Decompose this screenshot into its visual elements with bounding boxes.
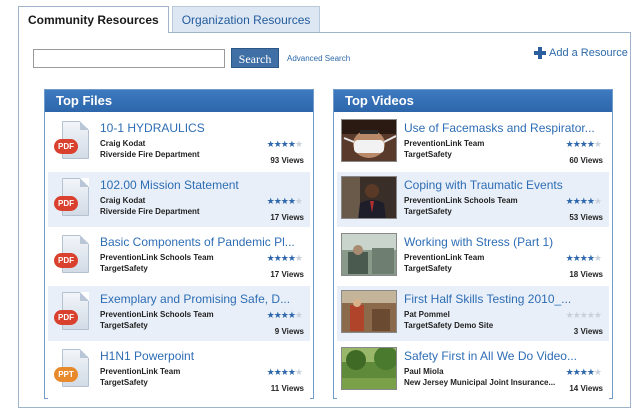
pdf-file-icon: PDF bbox=[54, 235, 90, 279]
video-thumbnail[interactable] bbox=[341, 119, 397, 162]
video-row[interactable]: Working with Stress (Part 1) PreventionL… bbox=[337, 229, 609, 285]
file-row[interactable]: PDF Exemplary and Promising Safe, D... P… bbox=[48, 286, 310, 342]
plus-icon bbox=[534, 47, 546, 59]
top-videos-box: Top Videos Use of Facemasks and Respirat… bbox=[333, 89, 613, 399]
file-author: Craig Kodat bbox=[100, 196, 146, 205]
video-title-link[interactable]: Use of Facemasks and Respirator... bbox=[404, 121, 609, 135]
star-rating: ★★★★★ bbox=[266, 139, 303, 149]
add-resource-button[interactable]: Add a Resource bbox=[534, 47, 628, 59]
star-rating: ★★★★★ bbox=[266, 196, 303, 206]
file-author: PreventionLink Team bbox=[100, 367, 181, 376]
video-organization: TargetSafety bbox=[404, 207, 452, 216]
video-row[interactable]: First Half Skills Testing 2010_... Pat P… bbox=[337, 286, 609, 342]
file-row[interactable]: PDF Basic Components of Pandemic Pl... P… bbox=[48, 229, 310, 285]
star-rating: ★★★★★ bbox=[565, 196, 602, 206]
video-row[interactable]: Coping with Traumatic Events PreventionL… bbox=[337, 172, 609, 228]
video-organization: New Jersey Municipal Joint Insurance... bbox=[404, 378, 556, 387]
top-files-heading: Top Files bbox=[45, 90, 313, 112]
video-title-link[interactable]: Coping with Traumatic Events bbox=[404, 178, 609, 192]
add-resource-label: Add a Resource bbox=[549, 47, 628, 59]
view-count: 14 Views bbox=[569, 384, 603, 393]
view-count: 18 Views bbox=[569, 270, 603, 279]
tab-panel: Search Advanced Search Add a Resource To… bbox=[18, 32, 631, 408]
search-button[interactable]: Search bbox=[231, 48, 279, 68]
file-row[interactable]: PPT H1N1 Powerpoint PreventionLink Team … bbox=[48, 343, 310, 399]
view-count: 9 Views bbox=[274, 327, 304, 336]
tab-community-resources[interactable]: Community Resources bbox=[18, 6, 169, 33]
tab-organization-resources[interactable]: Organization Resources bbox=[171, 6, 321, 32]
file-title-link[interactable]: Exemplary and Promising Safe, D... bbox=[100, 292, 305, 306]
file-organization: Riverside Fire Department bbox=[100, 207, 200, 216]
view-count: 17 Views bbox=[270, 213, 304, 222]
video-row[interactable]: Use of Facemasks and Respirator... Preve… bbox=[337, 115, 609, 171]
star-rating: ★★★★★ bbox=[565, 367, 602, 377]
video-organization: TargetSafety Demo Site bbox=[404, 321, 494, 330]
star-rating: ★★★★★ bbox=[565, 253, 602, 263]
file-author: Craig Kodat bbox=[100, 139, 146, 148]
video-author: PreventionLink Schools Team bbox=[404, 196, 518, 205]
view-count: 3 Views bbox=[573, 327, 603, 336]
video-author: Paul Miola bbox=[404, 367, 444, 376]
star-rating: ★★★★★ bbox=[266, 310, 303, 320]
star-rating: ★★★★★ bbox=[565, 139, 602, 149]
file-organization: Riverside Fire Department bbox=[100, 150, 200, 159]
view-count: 17 Views bbox=[270, 270, 304, 279]
video-organization: TargetSafety bbox=[404, 264, 452, 273]
video-title-link[interactable]: Safety First in All We Do Video... bbox=[404, 349, 609, 363]
video-thumbnail[interactable] bbox=[341, 290, 397, 333]
view-count: 11 Views bbox=[270, 384, 304, 393]
view-count: 93 Views bbox=[270, 156, 304, 165]
advanced-search-link[interactable]: Advanced Search bbox=[287, 54, 350, 63]
top-videos-heading: Top Videos bbox=[334, 90, 612, 112]
video-author: PreventionLink Team bbox=[404, 253, 485, 262]
file-organization: TargetSafety bbox=[100, 321, 148, 330]
video-author: Pat Pommel bbox=[404, 310, 450, 319]
video-thumbnail[interactable] bbox=[341, 176, 397, 219]
video-title-link[interactable]: Working with Stress (Part 1) bbox=[404, 235, 609, 249]
star-rating: ★★★★★ bbox=[565, 310, 602, 320]
file-title-link[interactable]: H1N1 Powerpoint bbox=[100, 349, 305, 363]
ppt-file-icon: PPT bbox=[54, 349, 90, 393]
video-thumbnail[interactable] bbox=[341, 347, 397, 390]
pdf-file-icon: PDF bbox=[54, 121, 90, 165]
file-organization: TargetSafety bbox=[100, 264, 148, 273]
file-row[interactable]: PDF 10-1 HYDRAULICS Craig Kodat Riversid… bbox=[48, 115, 310, 171]
tab-bar: Community Resources Organization Resourc… bbox=[18, 6, 323, 33]
video-title-link[interactable]: First Half Skills Testing 2010_... bbox=[404, 292, 609, 306]
star-rating: ★★★★★ bbox=[266, 367, 303, 377]
file-title-link[interactable]: Basic Components of Pandemic Pl... bbox=[100, 235, 305, 249]
view-count: 53 Views bbox=[569, 213, 603, 222]
view-count: 60 Views bbox=[569, 156, 603, 165]
pdf-file-icon: PDF bbox=[54, 292, 90, 336]
file-title-link[interactable]: 102.00 Mission Statement bbox=[100, 178, 305, 192]
file-author: PreventionLink Schools Team bbox=[100, 310, 214, 319]
file-author: PreventionLink Schools Team bbox=[100, 253, 214, 262]
top-files-box: Top Files PDF 10-1 HYDRAULICS Craig Koda… bbox=[44, 89, 314, 399]
file-row[interactable]: PDF 102.00 Mission Statement Craig Kodat… bbox=[48, 172, 310, 228]
resources-widget: Community Resources Organization Resourc… bbox=[8, 4, 635, 410]
video-row[interactable]: Safety First in All We Do Video... Paul … bbox=[337, 343, 609, 399]
video-author: PreventionLink Team bbox=[404, 139, 485, 148]
star-rating: ★★★★★ bbox=[266, 253, 303, 263]
video-organization: TargetSafety bbox=[404, 150, 452, 159]
file-title-link[interactable]: 10-1 HYDRAULICS bbox=[100, 121, 305, 135]
video-thumbnail[interactable] bbox=[341, 233, 397, 276]
pdf-file-icon: PDF bbox=[54, 178, 90, 222]
search-input[interactable] bbox=[33, 49, 225, 68]
file-organization: TargetSafety bbox=[100, 378, 148, 387]
